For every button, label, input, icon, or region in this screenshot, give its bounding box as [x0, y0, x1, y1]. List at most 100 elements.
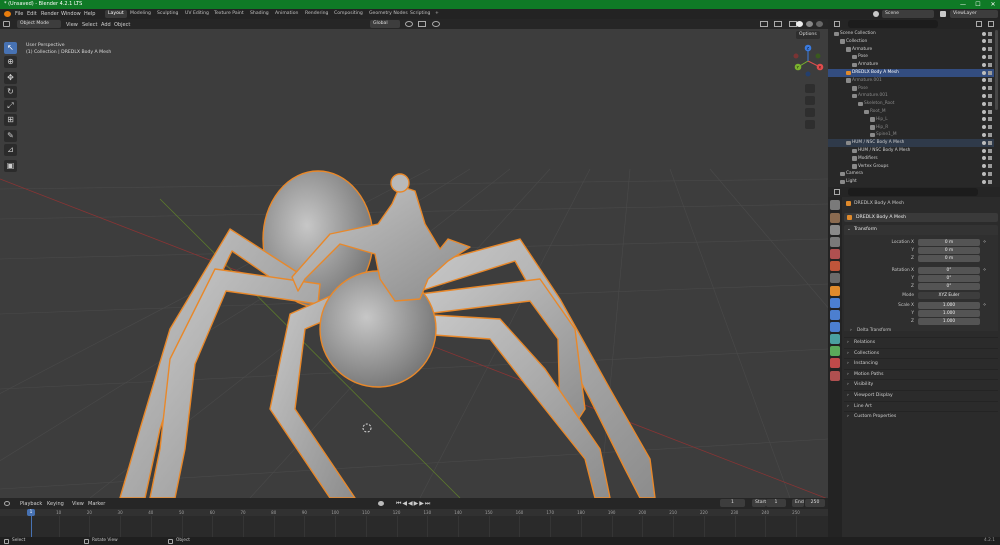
outliner-row[interactable]: Collection — [828, 38, 994, 46]
rotation-z-field[interactable]: 0° — [918, 283, 980, 290]
rotation-mode-select[interactable]: XYZ Euler — [918, 292, 980, 299]
eye-icon[interactable] — [982, 179, 986, 184]
tab-uv-editing[interactable]: UV Editing — [182, 10, 212, 18]
end-frame-field[interactable]: 250 — [805, 499, 825, 507]
tab-geometry-nodes[interactable]: Geometry Nodes — [366, 10, 411, 18]
scene-tab-icon[interactable] — [830, 249, 840, 259]
lock-icon[interactable]: ⋄ — [983, 239, 988, 246]
physics-tab-icon[interactable] — [830, 322, 840, 332]
camera-render-icon[interactable] — [988, 47, 992, 52]
location-z-field[interactable]: 0 m — [918, 255, 980, 262]
camera-render-icon[interactable] — [988, 109, 992, 114]
proportional-edit-icon[interactable] — [432, 21, 440, 27]
filter-icon[interactable] — [976, 21, 982, 27]
orientation-selector[interactable]: Global — [370, 20, 400, 28]
camera-render-icon[interactable] — [988, 78, 992, 83]
outliner-row[interactable]: Armature.001 — [828, 77, 994, 85]
outliner-row[interactable]: Pose — [828, 53, 994, 61]
properties-section[interactable]: › Viewport Display — [844, 390, 998, 400]
outliner-row[interactable]: Armature — [828, 46, 994, 54]
material-tab-icon[interactable] — [830, 358, 840, 368]
tool-tab-icon[interactable] — [830, 200, 840, 210]
outliner-row[interactable]: Vertex Groups — [828, 163, 994, 171]
menu-object[interactable]: Object — [114, 22, 130, 28]
start-frame-field[interactable]: 1 — [766, 499, 786, 507]
scale-z-field[interactable]: 1.000 — [918, 318, 980, 325]
menu-marker[interactable]: Marker — [88, 501, 105, 507]
material-shading-icon[interactable] — [806, 21, 813, 27]
menu-playback[interactable]: Playback — [20, 501, 42, 507]
camera-render-icon[interactable] — [988, 62, 992, 67]
transform-panel-header[interactable]: ⌄ Transform — [844, 225, 998, 235]
outliner-row[interactable]: Light — [828, 178, 994, 186]
camera-view-icon[interactable] — [805, 108, 815, 117]
scale-lock-icon[interactable]: ⋄ — [983, 302, 988, 309]
tab-compositing[interactable]: Compositing — [331, 10, 366, 18]
properties-section[interactable]: › Custom Properties — [844, 411, 998, 421]
options-button[interactable]: Options — [796, 31, 820, 39]
outliner-row[interactable]: Modifiers — [828, 155, 994, 163]
eye-icon[interactable] — [982, 62, 986, 67]
properties-editor-icon[interactable] — [834, 189, 840, 195]
menu-keying[interactable]: Keying — [47, 501, 64, 507]
constraints-tab-icon[interactable] — [830, 334, 840, 344]
camera-render-icon[interactable] — [988, 171, 992, 176]
tab-sculpting[interactable]: Sculpting — [154, 10, 181, 18]
outliner-editor-icon[interactable] — [834, 21, 840, 27]
tab-modeling[interactable]: Modeling — [127, 10, 154, 18]
navigation-gizmo[interactable]: X Y Z — [790, 43, 826, 79]
outliner-row[interactable]: Hip_L — [828, 116, 994, 124]
menu-view[interactable]: View — [66, 22, 78, 28]
eye-icon[interactable] — [982, 132, 986, 137]
annotate-tool-icon[interactable]: ✎ — [4, 130, 17, 142]
rotate-tool-icon[interactable]: ↻ — [4, 86, 17, 98]
solid-shading-icon[interactable] — [796, 21, 803, 27]
eye-icon[interactable] — [982, 54, 986, 59]
rotation-x-field[interactable]: 0° — [918, 267, 980, 274]
gizmo-toggle-icon[interactable] — [774, 21, 782, 27]
tab-rendering[interactable]: Rendering — [302, 10, 331, 18]
collection-tab-icon[interactable] — [830, 273, 840, 283]
camera-render-icon[interactable] — [988, 93, 992, 98]
add-cube-tool-icon[interactable]: ▣ — [4, 160, 17, 172]
minimize-button[interactable]: — — [956, 0, 970, 9]
rotation-y-field[interactable]: 0° — [918, 275, 980, 282]
camera-render-icon[interactable] — [988, 54, 992, 59]
eye-icon[interactable] — [982, 171, 986, 176]
menu-window[interactable]: Window — [61, 11, 81, 17]
particles-tab-icon[interactable] — [830, 310, 840, 320]
3d-viewport[interactable]: User Perspective (1) Collection | DREDLX… — [0, 29, 828, 498]
zoom-icon[interactable] — [805, 84, 815, 93]
camera-render-icon[interactable] — [988, 70, 992, 75]
outliner-search-input[interactable] — [848, 20, 938, 28]
camera-render-icon[interactable] — [988, 31, 992, 36]
eye-icon[interactable] — [982, 93, 986, 98]
tab-animation[interactable]: Animation — [272, 10, 301, 18]
tab-scripting[interactable]: Scripting — [407, 10, 433, 18]
properties-section[interactable]: › Line Art — [844, 400, 998, 411]
modifiers-tab-icon[interactable] — [830, 298, 840, 308]
camera-render-icon[interactable] — [988, 39, 992, 44]
location-x-field[interactable]: 0 m — [918, 239, 980, 246]
camera-render-icon[interactable] — [988, 148, 992, 153]
outliner-row[interactable]: Scene Collection — [828, 30, 994, 38]
object-name-field[interactable]: DREDLX Body A Mesh — [844, 213, 998, 222]
outliner-scrollbar[interactable] — [995, 30, 998, 110]
outliner-row[interactable]: Armature.001 — [828, 92, 994, 100]
scene-selector[interactable]: Scene — [882, 10, 934, 18]
object-tab-icon[interactable] — [830, 286, 840, 296]
eye-icon[interactable] — [982, 164, 986, 169]
grid-view-icon[interactable] — [805, 120, 815, 129]
scale-y-field[interactable]: 1.000 — [918, 310, 980, 317]
mode-selector[interactable]: Object Mode — [17, 20, 61, 28]
transform-tool-icon[interactable]: ⊞ — [4, 114, 17, 126]
camera-render-icon[interactable] — [988, 132, 992, 137]
eye-icon[interactable] — [982, 109, 986, 114]
measure-tool-icon[interactable]: ⊿ — [4, 144, 17, 156]
properties-section[interactable]: › Visibility — [844, 379, 998, 389]
camera-render-icon[interactable] — [988, 140, 992, 145]
outliner-row[interactable]: Root_M — [828, 108, 994, 116]
outliner-row[interactable]: Camera — [828, 170, 994, 178]
eye-icon[interactable] — [982, 78, 986, 83]
outliner-row[interactable]: Spine1_M — [828, 131, 994, 139]
